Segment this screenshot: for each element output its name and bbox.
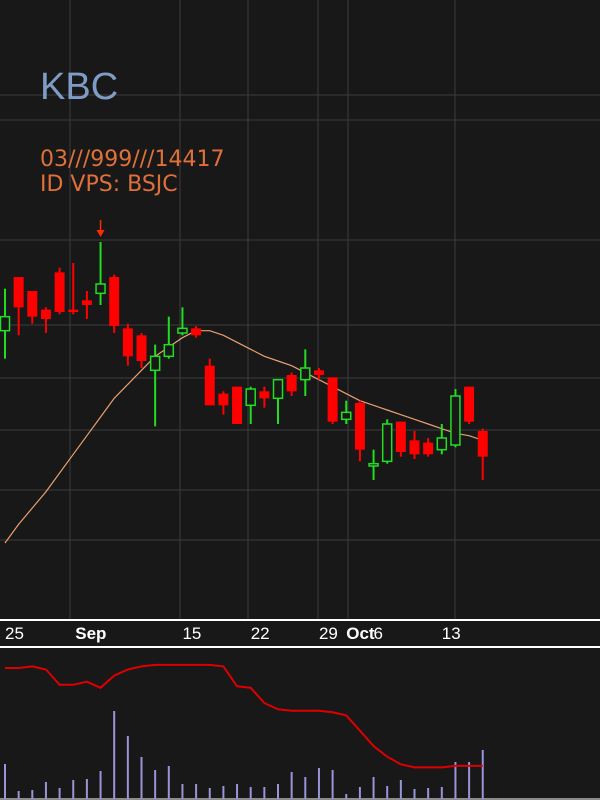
candle-body-13	[177, 327, 188, 334]
candle-body-19	[259, 391, 270, 399]
candle-body-3	[40, 309, 51, 319]
x-tick-label-2: 15	[182, 624, 201, 643]
candle-body-14	[191, 328, 202, 336]
candle-body-33	[450, 395, 461, 446]
candle-13	[177, 307, 188, 336]
candle-2	[27, 291, 38, 324]
candle-body-10	[136, 335, 147, 361]
candle-30	[409, 431, 420, 459]
candle-25	[341, 400, 352, 424]
x-tick-label-5: Oct	[346, 624, 375, 643]
account-line: 03///999///14417	[40, 147, 225, 172]
stock-chart: 25 Sep 15 22 29 Oct6 13	[0, 0, 600, 800]
candle-body-9	[122, 328, 133, 357]
candle-11	[149, 344, 161, 427]
candle-32	[436, 424, 448, 455]
marker-arrow-icon	[96, 230, 105, 237]
candle-27	[368, 449, 379, 480]
x-tick-label-0: 25	[5, 624, 24, 643]
candle-body-34	[464, 386, 475, 422]
candle-12	[163, 316, 175, 359]
candles	[0, 242, 488, 480]
candle-33	[450, 389, 461, 448]
candle-body-4	[54, 272, 65, 312]
candle-body-17	[232, 386, 243, 424]
indicator-line	[5, 663, 483, 769]
candle-body-31	[423, 442, 434, 455]
x-tick-label-6: 6	[374, 624, 383, 643]
candle-body-29	[395, 421, 406, 452]
candle-8	[109, 274, 120, 333]
candle-body-11	[149, 355, 161, 372]
candle-body-7	[95, 283, 106, 295]
candle-body-24	[327, 377, 338, 422]
grid	[0, 0, 600, 800]
candle-26	[354, 400, 365, 462]
candle-20	[272, 378, 284, 424]
candle-35	[477, 428, 488, 480]
candle-body-15	[204, 365, 215, 406]
candle-body-20	[272, 378, 284, 400]
candle-body-35	[477, 431, 488, 457]
candle-28	[381, 419, 393, 464]
candle-body-12	[163, 343, 175, 358]
vps-id-line: ID VPS: BSJC	[40, 172, 178, 197]
candle-body-16	[218, 393, 229, 406]
candle-31	[423, 438, 434, 457]
candle-body-23	[313, 370, 324, 375]
volume-bars	[4, 711, 484, 799]
candle-body-32	[436, 437, 448, 451]
candle-1	[13, 277, 24, 336]
candle-body-8	[109, 277, 120, 326]
candle-14	[191, 326, 202, 338]
candle-15	[204, 358, 215, 406]
candle-4	[54, 267, 65, 315]
candle-body-27	[368, 462, 379, 467]
candle-16	[218, 391, 229, 415]
candle-34	[464, 386, 475, 424]
candle-7	[95, 242, 106, 305]
candle-body-1	[13, 277, 24, 308]
candle-body-18	[245, 388, 256, 407]
candle-body-21	[286, 375, 297, 392]
candle-29	[395, 421, 406, 457]
ticker-symbol: KBC	[40, 66, 119, 108]
signal-marker	[96, 220, 105, 237]
candle-body-5	[68, 309, 79, 312]
candle-body-26	[354, 403, 365, 450]
candle-24	[327, 377, 338, 424]
candle-body-0	[0, 315, 11, 332]
candle-9	[122, 323, 133, 366]
x-tick-label-4: 29	[319, 624, 338, 643]
candle-body-6	[81, 300, 92, 305]
x-tick-label-1: Sep	[75, 624, 106, 643]
candle-body-22	[300, 367, 311, 381]
ma-layer	[4, 330, 483, 544]
x-axis: 25 Sep 15 22 29 Oct6 13	[5, 624, 461, 643]
x-tick-label-3: 22	[251, 624, 270, 643]
candle-0	[0, 288, 11, 359]
candle-22	[300, 349, 311, 396]
candle-17	[232, 386, 243, 424]
x-tick-label-7: 13	[442, 624, 461, 643]
candle-body-2	[27, 291, 38, 317]
ma-line	[4, 330, 483, 544]
candle-body-28	[381, 423, 393, 463]
candle-6	[81, 291, 92, 319]
candle-body-25	[341, 411, 352, 421]
candle-body-30	[409, 440, 420, 455]
candle-21	[286, 372, 297, 396]
candle-10	[136, 333, 147, 368]
candle-19	[259, 386, 270, 408]
indicator-panel	[5, 663, 483, 769]
candle-3	[40, 307, 51, 333]
